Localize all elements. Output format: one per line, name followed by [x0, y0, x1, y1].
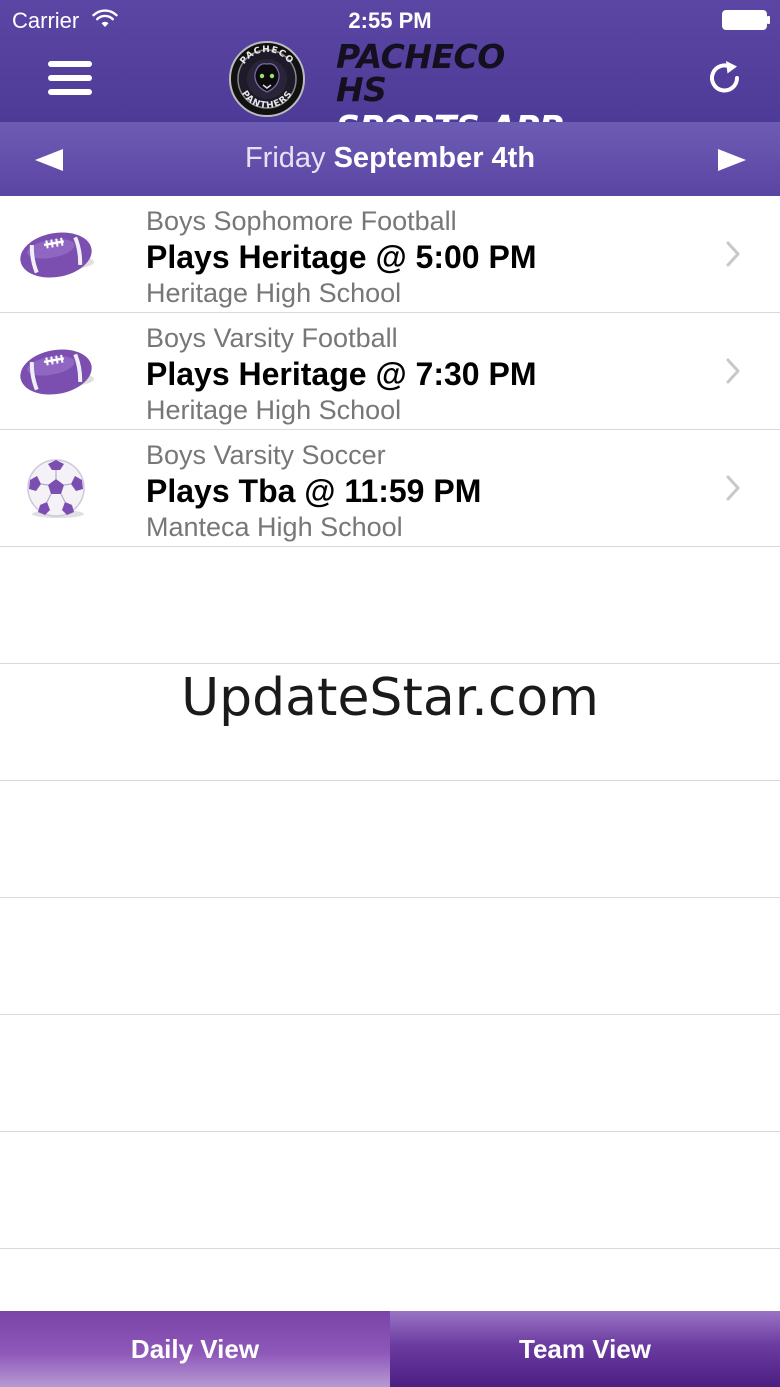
- panther-logo-icon: PACHECO PANTHERS: [229, 41, 305, 117]
- game-matchup: Plays Heritage @ 7:30 PM: [146, 356, 537, 392]
- date-day: September 4th: [333, 142, 536, 174]
- game-matchup: Plays Tba @ 11:59 PM: [146, 473, 482, 509]
- date-weekday: Friday: [244, 142, 326, 174]
- game-venue: Heritage High School: [146, 278, 402, 308]
- game-row[interactable]: Boys Sophomore Football Plays Heritage @…: [0, 196, 780, 313]
- team-name: Boys Varsity Soccer: [146, 440, 386, 470]
- tab-bar: Daily View Team View: [0, 1311, 780, 1387]
- chevron-right-icon: [726, 475, 740, 501]
- next-day-arrow-icon[interactable]: [716, 148, 748, 172]
- watermark-text: UpdateStar.com: [181, 668, 599, 728]
- app-header: Carrier 2:55 PM PACHECO PANTHERS PACHECO…: [0, 0, 780, 144]
- current-date: Friday September 4th: [0, 142, 780, 175]
- football-icon: [20, 232, 94, 278]
- soccer-ball-icon: [27, 459, 85, 518]
- tab-team-view[interactable]: Team View: [390, 1311, 780, 1387]
- date-navigation-bar: Friday September 4th: [0, 122, 780, 196]
- status-time: 2:55 PM: [348, 8, 432, 33]
- team-name: Boys Varsity Football: [146, 323, 398, 353]
- team-name: Boys Sophomore Football: [146, 206, 457, 236]
- chevron-right-icon: [726, 241, 740, 267]
- game-venue: Manteca High School: [146, 512, 403, 542]
- chevron-right-icon: [726, 358, 740, 384]
- game-venue: Heritage High School: [146, 395, 402, 425]
- status-bar: Carrier 2:55 PM: [0, 0, 780, 40]
- battery-icon: [722, 10, 770, 30]
- game-matchup: Plays Heritage @ 5:00 PM: [146, 239, 537, 275]
- empty-row: [0, 547, 780, 664]
- empty-row: [0, 898, 780, 1015]
- refresh-icon[interactable]: [704, 57, 746, 99]
- game-row[interactable]: Boys Varsity Soccer Plays Tba @ 11:59 PM…: [0, 430, 780, 547]
- empty-row: [0, 1015, 780, 1132]
- empty-row: [0, 1132, 780, 1249]
- football-icon: [20, 349, 94, 395]
- empty-row: [0, 781, 780, 898]
- menu-icon[interactable]: [46, 58, 94, 98]
- game-row[interactable]: Boys Varsity Football Plays Heritage @ 7…: [0, 313, 780, 430]
- tab-daily-view[interactable]: Daily View: [0, 1311, 390, 1387]
- app-title-line1: PACHECO HS: [336, 37, 505, 109]
